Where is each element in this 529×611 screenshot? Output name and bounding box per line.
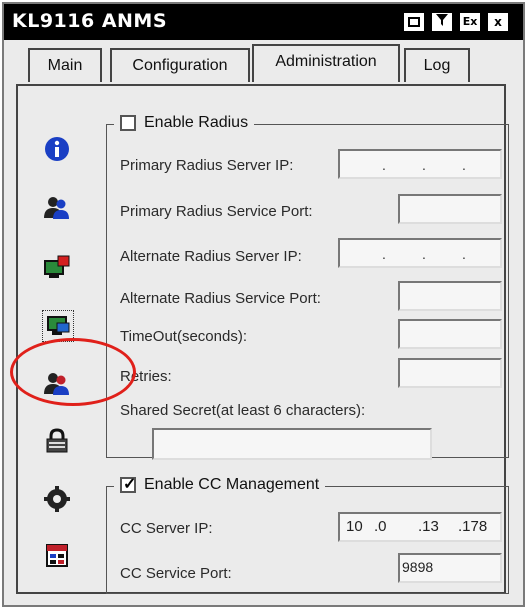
enable-cc-label: Enable CC Management bbox=[144, 476, 320, 493]
cc-service-port-value: 9898 bbox=[402, 559, 434, 575]
cc-service-port-label: CC Service Port: bbox=[120, 565, 232, 582]
funnel-icon bbox=[436, 14, 448, 26]
window-title: KL9116 ANMS bbox=[12, 10, 168, 32]
cc-group-header: Enable CC Management bbox=[114, 474, 326, 494]
alternate-radius-port-label: Alternate Radius Service Port: bbox=[120, 290, 321, 307]
cc-ip-octet-3: .13 bbox=[418, 518, 439, 535]
timeout-input[interactable] bbox=[398, 319, 502, 349]
primary-radius-port-input[interactable] bbox=[398, 194, 502, 224]
cc-server-ip-label: CC Server IP: bbox=[120, 520, 213, 537]
tab-configuration[interactable]: Configuration bbox=[110, 48, 250, 82]
shared-secret-input[interactable] bbox=[152, 428, 432, 460]
restore-button[interactable] bbox=[403, 12, 425, 32]
highlight-circle bbox=[10, 338, 136, 406]
ip-separator: . bbox=[382, 246, 386, 262]
primary-radius-ip-label: Primary Radius Server IP: bbox=[120, 157, 294, 174]
cc-ip-octet-2: .0 bbox=[374, 518, 387, 535]
radius-group-header: Enable Radius bbox=[114, 114, 255, 132]
close-button[interactable]: x bbox=[487, 12, 509, 32]
anms-window: KL9116 ANMS Ex x Main Configuration Admi… bbox=[2, 2, 525, 607]
ip-separator: . bbox=[422, 246, 426, 262]
ip-separator: . bbox=[422, 157, 426, 173]
cc-server-ip-input[interactable]: 10 .0 .13 .178 bbox=[338, 512, 502, 542]
tab-administration[interactable]: Administration bbox=[252, 44, 400, 82]
cc-ip-octet-4: .178 bbox=[458, 518, 488, 535]
ip-separator: . bbox=[462, 157, 466, 173]
alternate-radius-ip-label: Alternate Radius Server IP: bbox=[120, 248, 302, 265]
info-icon[interactable] bbox=[42, 134, 72, 164]
enable-radius-checkbox[interactable] bbox=[120, 115, 136, 131]
title-bar[interactable]: KL9116 ANMS Ex x bbox=[4, 4, 523, 40]
enable-cc-checkbox[interactable] bbox=[120, 474, 136, 494]
cc-service-port-input[interactable]: 9898 bbox=[398, 553, 502, 583]
filter-button[interactable] bbox=[431, 12, 453, 32]
retries-input[interactable] bbox=[398, 358, 502, 388]
shared-secret-label: Shared Secret(at least 6 characters): bbox=[120, 402, 366, 419]
cc-ip-octet-1: 10 bbox=[346, 518, 363, 535]
alternate-radius-ip-input[interactable]: . . . bbox=[338, 238, 502, 268]
alternate-radius-port-input[interactable] bbox=[398, 281, 502, 311]
ip-separator: . bbox=[382, 157, 386, 173]
users-icon[interactable] bbox=[42, 192, 72, 222]
tab-log[interactable]: Log bbox=[404, 48, 470, 82]
timeout-label: TimeOut(seconds): bbox=[120, 328, 247, 345]
gear-icon[interactable] bbox=[42, 484, 72, 514]
tab-bar: Main Configuration Administration Log bbox=[4, 40, 523, 84]
tab-main[interactable]: Main bbox=[28, 48, 102, 82]
exit-button[interactable]: Ex bbox=[459, 12, 481, 32]
calendar-icon[interactable] bbox=[42, 540, 72, 570]
enable-radius-label: Enable Radius bbox=[144, 114, 249, 131]
primary-radius-ip-input[interactable]: . . . bbox=[338, 149, 502, 179]
network-alert-icon[interactable] bbox=[42, 252, 72, 282]
ip-separator: . bbox=[462, 246, 466, 262]
lock-icon[interactable] bbox=[42, 426, 72, 456]
primary-radius-port-label: Primary Radius Service Port: bbox=[120, 203, 313, 220]
